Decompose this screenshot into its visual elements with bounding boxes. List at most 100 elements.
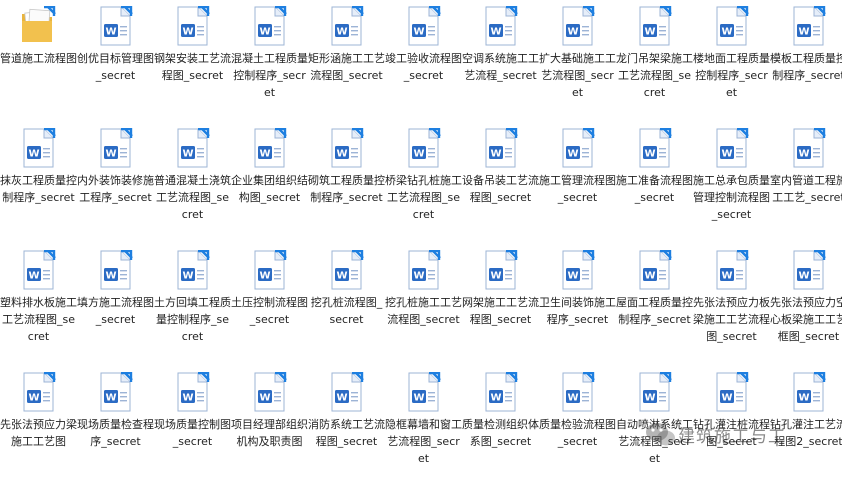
svg-text:W: W	[490, 393, 501, 404]
file-name-label: 施工管理流程图_secret	[539, 174, 616, 204]
file-item[interactable]: W 普通混凝土浇筑工艺流程图_secret	[154, 122, 231, 244]
svg-text:W: W	[798, 271, 809, 282]
svg-text:W: W	[182, 27, 193, 38]
svg-text:W: W	[259, 27, 270, 38]
file-name-label: 先张法预应力空心板梁施工工艺框图_secret	[770, 296, 842, 343]
word-document-icon: W	[636, 370, 672, 412]
word-document-icon: W	[174, 370, 210, 412]
file-item[interactable]: W 现场质量检查程序_secret	[77, 366, 154, 488]
word-document-icon: W	[20, 248, 56, 290]
file-item[interactable]: W 消防系统工艺流程图_secret	[308, 366, 385, 488]
file-item[interactable]: W 网架施工工艺流程图_secret	[462, 244, 539, 366]
file-item[interactable]: W 挖孔桩流程图_secret	[308, 244, 385, 366]
file-item[interactable]: W 土方回填工程质量控制程序_secret	[154, 244, 231, 366]
word-document-icon: W	[482, 4, 518, 46]
file-item[interactable]: W 填方施工流程图_secret	[77, 244, 154, 366]
word-document-icon: W	[713, 248, 749, 290]
file-name-label: 施工准备流程图_secret	[616, 174, 693, 204]
file-item[interactable]: W 钢架安装工艺流程图_secret	[154, 0, 231, 122]
file-item[interactable]: W 室内管道工程施工工艺_secret	[770, 122, 842, 244]
svg-text:W: W	[105, 27, 116, 38]
file-item[interactable]: W 施工管理流程图_secret	[539, 122, 616, 244]
file-item[interactable]: W 桥梁钻孔桩施工工艺流程图_secret	[385, 122, 462, 244]
word-document-icon: W	[20, 126, 56, 168]
svg-text:W: W	[28, 393, 39, 404]
file-item[interactable]: W 空调系统施工工艺流程_secret	[462, 0, 539, 122]
file-name-label: 隐框幕墙和窗工艺流程图_secret	[385, 418, 462, 465]
file-name-label: 土压控制流程图_secret	[231, 296, 308, 326]
svg-text:W: W	[413, 271, 424, 282]
file-item[interactable]: W 设备吊装工艺流程图_secret	[462, 122, 539, 244]
svg-text:W: W	[336, 27, 347, 38]
word-document-icon: W	[482, 126, 518, 168]
word-document-icon: W	[97, 248, 133, 290]
svg-text:W: W	[644, 149, 655, 160]
file-item[interactable]: W 模板工程质量控制程序_secret	[770, 0, 842, 122]
svg-text:W: W	[28, 149, 39, 160]
file-item[interactable]: W 企业集团组织结构图_secret	[231, 122, 308, 244]
file-grid: 管道施工流程图 W 创优目标管理图_secret W 钢架安装工艺流程图_sec…	[0, 0, 842, 471]
file-item[interactable]: W 竣工验收流程图_secret	[385, 0, 462, 122]
svg-text:W: W	[105, 271, 116, 282]
word-document-icon: W	[482, 370, 518, 412]
file-item[interactable]: W 先张法预应力板梁施工工艺流程图_secret	[693, 244, 770, 366]
file-name-label: 普通混凝土浇筑工艺流程图_secret	[154, 174, 231, 221]
file-item[interactable]: W 质量检测组织体系图_secret	[462, 366, 539, 488]
word-document-icon: W	[405, 126, 441, 168]
file-item[interactable]: W 卫生间装饰施工程序_secret	[539, 244, 616, 366]
file-item[interactable]: W 混凝土工程质量控制程序_secret	[231, 0, 308, 122]
file-name-label: 抹灰工程质量控制程序_secret	[0, 174, 77, 204]
svg-text:W: W	[182, 149, 193, 160]
file-item[interactable]: W 塑料排水板施工工艺流程图_secret	[0, 244, 77, 366]
file-item[interactable]: W 矩形涵施工工艺流程图_secret	[308, 0, 385, 122]
file-name-label: 内外装饰装修施工程序_secret	[77, 174, 154, 204]
file-item[interactable]: W 项目经理部组织机构及职责图	[231, 366, 308, 488]
file-item[interactable]: W 扩大基础施工工艺流程图_secret	[539, 0, 616, 122]
file-item[interactable]: W 土压控制流程图_secret	[231, 244, 308, 366]
file-item[interactable]: W 先张法预应力空心板梁施工工艺框图_secret	[770, 244, 842, 366]
word-document-icon: W	[636, 126, 672, 168]
file-item[interactable]: W 挖孔桩施工工艺流程图_secret	[385, 244, 462, 366]
word-document-icon: W	[713, 370, 749, 412]
file-name-label: 混凝土工程质量控制程序_secret	[231, 52, 308, 99]
file-item[interactable]: W 屋面工程质量控制程序_secret	[616, 244, 693, 366]
svg-text:W: W	[28, 271, 39, 282]
file-item[interactable]: W 施工总承包质量管理控制流程图_secret	[693, 122, 770, 244]
file-item[interactable]: W 创优目标管理图_secret	[77, 0, 154, 122]
svg-text:W: W	[644, 393, 655, 404]
file-item[interactable]: W 施工准备流程图_secret	[616, 122, 693, 244]
file-name-label: 先张法预应力板梁施工工艺流程图_secret	[693, 296, 770, 343]
svg-text:W: W	[644, 27, 655, 38]
svg-text:W: W	[105, 149, 116, 160]
file-item[interactable]: 管道施工流程图	[0, 0, 77, 122]
svg-text:W: W	[336, 149, 347, 160]
word-document-icon: W	[559, 248, 595, 290]
svg-text:W: W	[182, 393, 193, 404]
word-document-icon: W	[790, 248, 826, 290]
file-item[interactable]: W 抹灰工程质量控制程序_secret	[0, 122, 77, 244]
word-document-icon: W	[636, 248, 672, 290]
file-name-label: 创优目标管理图_secret	[77, 52, 154, 82]
word-document-icon: W	[174, 248, 210, 290]
file-name-label: 挖孔桩流程图_secret	[310, 296, 383, 326]
svg-text:W: W	[721, 393, 732, 404]
file-item[interactable]: W 砌筑工程质量控制程序_secret	[308, 122, 385, 244]
svg-text:W: W	[490, 271, 501, 282]
file-item[interactable]: W 隐框幕墙和窗工艺流程图_secret	[385, 366, 462, 488]
file-name-label: 扩大基础施工工艺流程图_secret	[539, 52, 616, 99]
file-name-label: 桥梁钻孔桩施工工艺流程图_secret	[385, 174, 462, 221]
word-document-icon: W	[405, 370, 441, 412]
word-document-icon: W	[405, 248, 441, 290]
file-item[interactable]: W 质量检验流程图_secret	[539, 366, 616, 488]
svg-text:W: W	[182, 271, 193, 282]
file-item[interactable]: W 先张法预应力梁施工工艺图	[0, 366, 77, 488]
file-item[interactable]: W 现场质量控制图_secret	[154, 366, 231, 488]
svg-text:W: W	[798, 27, 809, 38]
word-document-icon: W	[790, 126, 826, 168]
file-item[interactable]: W 楼地面工程质量控制程序_secret	[693, 0, 770, 122]
svg-text:W: W	[644, 271, 655, 282]
svg-text:W: W	[567, 149, 578, 160]
file-item[interactable]: W 龙门吊架梁施工工艺流程图_secret	[616, 0, 693, 122]
file-item[interactable]: W 内外装饰装修施工程序_secret	[77, 122, 154, 244]
word-document-icon: W	[251, 248, 287, 290]
